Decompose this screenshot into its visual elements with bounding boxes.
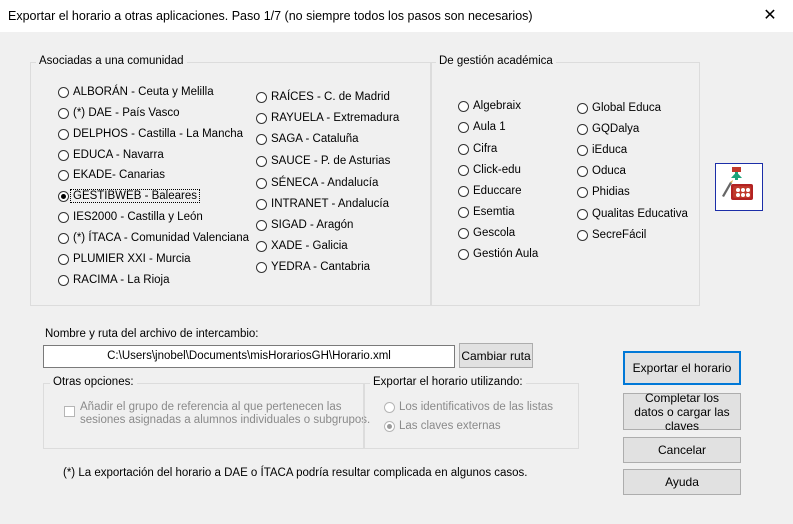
group-reference-label-line1: Añadir el grupo de referencia al que per… [80, 401, 342, 413]
close-icon[interactable]: ✕ [747, 0, 793, 32]
radio-gescola[interactable]: Gescola [458, 225, 515, 241]
group-comunidad-title: Asociadas a una comunidad [36, 55, 187, 67]
footnote: (*) La exportación del horario a DAE o Í… [63, 467, 528, 479]
radio-circle [577, 123, 588, 135]
radio-sigad[interactable]: SIGAD - Aragón [256, 217, 353, 233]
radio-circle [256, 133, 267, 145]
radio-educcare[interactable]: Educcare [458, 183, 522, 199]
radio-gestion-aula[interactable]: Gestión Aula [458, 246, 538, 262]
radio-gqdalya[interactable]: GQDalya [577, 121, 639, 137]
radio-circle [58, 107, 69, 119]
file-path-input[interactable]: C:\Users\jnobel\Documents\misHorariosGH\… [43, 345, 455, 368]
group-gestion-title: De gestión académica [436, 55, 556, 67]
radio-circle [58, 232, 69, 244]
radio-alboran[interactable]: ALBORÁN - Ceuta y Melilla [58, 84, 214, 100]
export-schedule-button[interactable]: Exportar el horario [623, 351, 741, 385]
group-reference-label-line2: sesiones asignadas a alumnos individuale… [80, 414, 371, 426]
radio-dae[interactable]: (*) DAE - País Vasco [58, 105, 180, 121]
group-otras-title: Otras opciones: [50, 376, 137, 388]
radio-intranet[interactable]: INTRANET - Andalucía [256, 196, 389, 212]
radio-phidias[interactable]: Phidias [577, 184, 630, 200]
radio-circle [384, 401, 395, 413]
radio-circle [58, 128, 69, 140]
radio-circle [458, 185, 469, 197]
group-exportar-utilizando-title: Exportar el horario utilizando: [370, 376, 526, 388]
radio-cifra[interactable]: Cifra [458, 141, 497, 157]
radio-sauce[interactable]: SAUCE - P. de Asturias [256, 153, 390, 169]
radio-aula1[interactable]: Aula 1 [458, 119, 506, 135]
radio-seneca[interactable]: SÉNECA - Andalucía [256, 175, 378, 191]
radio-esemtia[interactable]: Esemtia [458, 204, 515, 220]
export-data-icon [715, 163, 763, 211]
radio-circle [256, 219, 267, 231]
radio-circle [458, 143, 469, 155]
radio-itaca[interactable]: (*) ÍTACA - Comunidad Valenciana [58, 230, 249, 246]
export-data-icon-svg [722, 167, 753, 200]
radio-circle [58, 149, 69, 161]
file-label: Nombre y ruta del archivo de intercambio… [45, 328, 259, 340]
radio-circle [256, 240, 267, 252]
radio-circle-selected [58, 190, 69, 202]
radio-circle [458, 121, 469, 133]
radio-ekade[interactable]: EKADE- Canarias [58, 167, 165, 183]
title-bar: Exportar el horario a otras aplicaciones… [0, 0, 793, 32]
complete-data-button[interactable]: Completar los datos o cargar las claves [623, 391, 741, 433]
radio-circle [256, 198, 267, 210]
radio-circle [58, 274, 69, 286]
radio-circle [458, 248, 469, 260]
radio-global-educa[interactable]: Global Educa [577, 100, 661, 116]
radio-gestibweb[interactable]: GESTIBWEB - Baleares [58, 188, 200, 204]
radio-saga[interactable]: SAGA - Cataluña [256, 131, 359, 147]
radio-circle [256, 155, 267, 167]
radio-circle [458, 100, 469, 112]
radio-xade[interactable]: XADE - Galicia [256, 238, 348, 254]
radio-raices[interactable]: RAÍCES - C. de Madrid [256, 89, 390, 105]
radio-circle [577, 144, 588, 156]
help-button[interactable]: Ayuda [623, 469, 741, 495]
radio-circle [458, 206, 469, 218]
radio-identificativos[interactable]: Los identificativos de las listas [384, 399, 553, 415]
radio-circle [458, 164, 469, 176]
radio-circle-selected [384, 420, 395, 432]
radio-yedra[interactable]: YEDRA - Cantabria [256, 259, 370, 275]
radio-circle [256, 91, 267, 103]
radio-oduca[interactable]: Oduca [577, 163, 626, 179]
radio-plumier[interactable]: PLUMIER XXI - Murcia [58, 251, 191, 267]
radio-circle [577, 186, 588, 198]
radio-circle [58, 253, 69, 265]
radio-qualitas[interactable]: Qualitas Educativa [577, 206, 688, 222]
radio-ies2000[interactable]: IES2000 - Castilla y León [58, 209, 203, 225]
radio-circle [58, 169, 69, 181]
radio-circle [58, 86, 69, 98]
radio-circle [256, 261, 267, 273]
radio-racima[interactable]: RACIMA - La Rioja [58, 272, 170, 288]
radio-algebraix[interactable]: Algebraix [458, 98, 521, 114]
group-reference-checkbox[interactable] [64, 406, 75, 417]
cancel-button[interactable]: Cancelar [623, 437, 741, 463]
radio-ieduca[interactable]: iEduca [577, 142, 627, 158]
radio-circle [577, 102, 588, 114]
radio-circle [256, 112, 267, 124]
change-path-button[interactable]: Cambiar ruta [459, 343, 533, 368]
radio-claves-externas[interactable]: Las claves externas [384, 418, 501, 434]
radio-circle [577, 165, 588, 177]
radio-circle [577, 208, 588, 220]
radio-click-edu[interactable]: Click-edu [458, 162, 521, 178]
radio-rayuela[interactable]: RAYUELA - Extremadura [256, 110, 399, 126]
radio-circle [458, 227, 469, 239]
radio-circle [577, 229, 588, 241]
radio-circle [256, 177, 267, 189]
radio-educa[interactable]: EDUCA - Navarra [58, 147, 164, 163]
group-exportar-utilizando [363, 383, 579, 449]
radio-secrefacil[interactable]: SecreFácil [577, 227, 646, 243]
radio-circle [58, 211, 69, 223]
radio-delphos[interactable]: DELPHOS - Castilla - La Mancha [58, 126, 243, 142]
window-title: Exportar el horario a otras aplicaciones… [8, 9, 533, 23]
